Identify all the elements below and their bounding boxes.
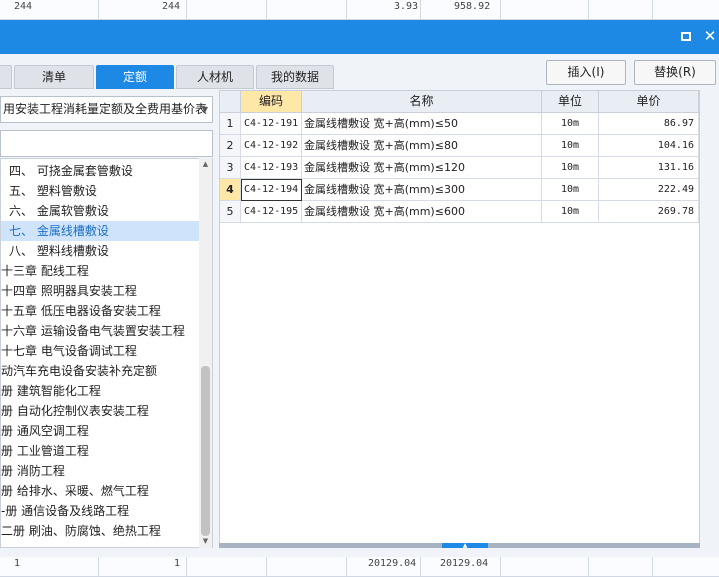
cell-code[interactable]: C4-12-192 bbox=[241, 135, 302, 157]
background-row-top: 244 244 3.93 958.92 bbox=[0, 0, 719, 20]
bg-cell: 1 bbox=[14, 558, 21, 569]
cell-name[interactable]: 金属线槽敷设 宽+高(mm)≤50 bbox=[302, 113, 542, 135]
tree-scrollbar[interactable]: ▲ ▼ bbox=[199, 158, 212, 548]
cell-unit[interactable]: 10m bbox=[542, 179, 599, 201]
row-index[interactable]: 2 bbox=[220, 135, 241, 157]
cell-price[interactable]: 222.49 bbox=[599, 179, 699, 201]
scroll-down-icon[interactable]: ▼ bbox=[199, 535, 212, 547]
tree-item[interactable]: 册 给排水、采暖、燃气工程 bbox=[1, 481, 199, 501]
cell-code-current[interactable]: C4-12-194 bbox=[241, 179, 302, 201]
tree-item[interactable]: 十五章 低压电器设备安装工程 bbox=[1, 301, 199, 321]
replace-button[interactable]: 替换(R) bbox=[634, 60, 716, 85]
row-index-current[interactable]: 4 bbox=[220, 179, 241, 201]
grid-corner bbox=[220, 91, 241, 113]
bg-cell: 3.93 bbox=[394, 1, 419, 12]
tree-item[interactable]: 五、 塑料管敷设 bbox=[1, 181, 199, 201]
column-header-unit[interactable]: 单位 bbox=[542, 91, 599, 113]
bg-cell: 958.92 bbox=[454, 1, 491, 12]
tree-item[interactable]: 册 消防工程 bbox=[1, 461, 199, 481]
row-index[interactable]: 3 bbox=[220, 157, 241, 179]
tree-item[interactable]: -册 通信设备及线路工程 bbox=[1, 501, 199, 521]
bg-cell: 244 bbox=[162, 1, 181, 12]
scroll-thumb[interactable] bbox=[201, 366, 210, 536]
tree-item[interactable]: 册 建筑智能化工程 bbox=[1, 381, 199, 401]
cell-name[interactable]: 金属线槽敷设 宽+高(mm)≤120 bbox=[302, 157, 542, 179]
collapse-up-icon[interactable]: ▲ bbox=[442, 543, 488, 549]
tree-item[interactable]: 动汽车充电设备安装补充定额 bbox=[1, 361, 199, 381]
tab-quota[interactable]: 定额 bbox=[96, 65, 174, 89]
tree-item[interactable]: 册 自动化控制仪表安装工程 bbox=[1, 401, 199, 421]
tree-item[interactable]: 二册 刷油、防腐蚀、绝热工程 bbox=[1, 521, 199, 541]
search-input[interactable] bbox=[0, 130, 213, 157]
cell-unit[interactable]: 10m bbox=[542, 113, 599, 135]
cell-code[interactable]: C4-12-193 bbox=[241, 157, 302, 179]
tab-partial[interactable] bbox=[0, 65, 12, 89]
cell-unit[interactable]: 10m bbox=[542, 157, 599, 179]
tree-item[interactable]: 八、 塑料线槽敷设 bbox=[1, 241, 199, 261]
cell-code[interactable]: C4-12-195 bbox=[241, 201, 302, 223]
chapter-tree: 四、 可挠金属套管敷设 五、 塑料管敷设 六、 金属软管敷设 七、 金属线槽敷设… bbox=[0, 158, 213, 548]
tree-item[interactable]: 十四章 照明器具安装工程 bbox=[1, 281, 199, 301]
tab-my-data[interactable]: 我的数据 bbox=[256, 65, 334, 89]
cell-unit[interactable]: 10m bbox=[542, 135, 599, 157]
tab-bill[interactable]: 清单 bbox=[14, 65, 94, 89]
background-row-bottom: 1 1 20129.04 20129.04 bbox=[0, 557, 719, 577]
tree-item[interactable]: 四、 可挠金属套管敷设 bbox=[1, 161, 199, 181]
tree-item[interactable]: 十七章 电气设备调试工程 bbox=[1, 341, 199, 361]
row-index[interactable]: 5 bbox=[220, 201, 241, 223]
cell-name[interactable]: 金属线槽敷设 宽+高(mm)≤300 bbox=[302, 179, 542, 201]
scroll-up-icon[interactable]: ▲ bbox=[199, 158, 212, 170]
close-icon[interactable]: ✕ bbox=[703, 29, 717, 44]
cell-name[interactable]: 金属线槽敷设 宽+高(mm)≤600 bbox=[302, 201, 542, 223]
cell-price[interactable]: 86.97 bbox=[599, 113, 699, 135]
dialog-titlebar[interactable] bbox=[0, 20, 719, 54]
column-header-code[interactable]: 编码 bbox=[241, 91, 302, 113]
quota-grid: 编码 名称 单位 单价 1 C4-12-191 金属线槽敷设 宽+高(mm)≤5… bbox=[219, 90, 700, 545]
cell-unit[interactable]: 10m bbox=[542, 201, 599, 223]
tree-item[interactable]: 六、 金属软管敷设 bbox=[1, 201, 199, 221]
bg-cell: 1 bbox=[174, 558, 181, 569]
tree-item[interactable]: 册 工业管道工程 bbox=[1, 441, 199, 461]
column-header-name[interactable]: 名称 bbox=[302, 91, 542, 113]
bg-cell: 20129.04 bbox=[368, 558, 417, 569]
maximize-icon[interactable] bbox=[681, 32, 691, 41]
cell-name[interactable]: 金属线槽敷设 宽+高(mm)≤80 bbox=[302, 135, 542, 157]
cell-price[interactable]: 269.78 bbox=[599, 201, 699, 223]
tree-item-selected[interactable]: 七、 金属线槽敷设 bbox=[1, 221, 199, 241]
insert-button[interactable]: 插入(I) bbox=[546, 60, 626, 85]
tree-item[interactable]: 十三章 配线工程 bbox=[1, 261, 199, 281]
cell-code[interactable]: C4-12-191 bbox=[241, 113, 302, 135]
cell-price[interactable]: 131.16 bbox=[599, 157, 699, 179]
bg-cell: 20129.04 bbox=[440, 558, 489, 569]
row-index[interactable]: 1 bbox=[220, 113, 241, 135]
bg-cell: 244 bbox=[14, 1, 33, 12]
quota-library-select[interactable]: 用安装工程消耗量定额及全费用基价表 ▼ bbox=[0, 96, 213, 123]
tree-item[interactable]: 册 通风空调工程 bbox=[1, 421, 199, 441]
chevron-down-icon[interactable]: ▼ bbox=[202, 97, 208, 122]
panel-splitter[interactable]: ▲ bbox=[219, 543, 700, 549]
quota-library-value: 用安装工程消耗量定额及全费用基价表 bbox=[3, 102, 208, 116]
cell-price[interactable]: 104.16 bbox=[599, 135, 699, 157]
tab-labor-material-machine[interactable]: 人材机 bbox=[176, 65, 254, 89]
column-header-price[interactable]: 单价 bbox=[599, 91, 699, 113]
tree-item[interactable]: 十六章 运输设备电气装置安装工程 bbox=[1, 321, 199, 341]
